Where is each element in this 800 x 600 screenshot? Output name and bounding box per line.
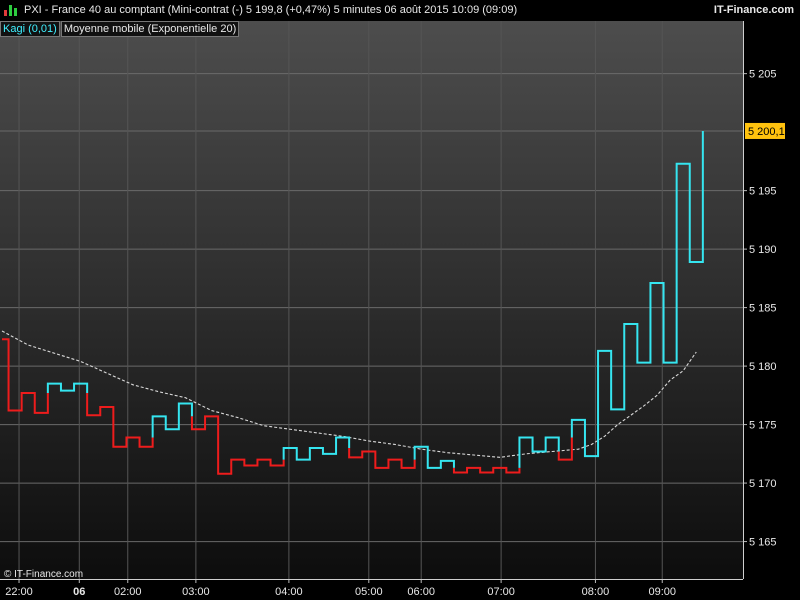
x-tick-label: 06	[73, 586, 85, 598]
y-tick-label: 5 185	[749, 303, 777, 315]
y-tick-label: 5 205	[749, 69, 777, 81]
y-tick-label: 5 175	[749, 420, 777, 432]
plot-area	[0, 21, 743, 579]
brand-label: IT-Finance.com	[713, 4, 794, 16]
legend-kagi[interactable]: Kagi (0,01)	[0, 21, 60, 37]
x-tick-label: 08:00	[582, 586, 610, 598]
copyright-notice: © IT-Finance.com	[4, 569, 84, 580]
instrument-title: PXI - France 40 au comptant (Mini-contra…	[24, 4, 518, 16]
y-tick-label: 5 170	[749, 478, 777, 490]
legend-moving-average[interactable]: Moyenne mobile (Exponentielle 20)	[60, 21, 240, 37]
y-tick-label: 5 180	[749, 361, 777, 373]
x-tick-label: 04:00	[275, 586, 303, 598]
y-tick-label: 5 190	[749, 244, 777, 256]
chart-header: PXI - France 40 au comptant (Mini-contra…	[0, 0, 800, 21]
indicator-legend: Kagi (0,01) Moyenne mobile (Exponentiell…	[0, 21, 240, 37]
x-tick-label: 06:00	[407, 586, 435, 598]
x-axis: 22:00 06 02:00 03:00 04:00 05:00 06:00 07:00 08:…	[0, 579, 743, 598]
y-tick-label: 5 195	[749, 186, 777, 198]
x-tick-label: 22:00	[5, 586, 33, 598]
x-tick-label: 02:00	[114, 586, 142, 598]
last-price-label: 5 200,1	[748, 126, 785, 138]
chart-type-icon	[4, 5, 18, 16]
x-tick-label: 03:00	[182, 586, 210, 598]
x-tick-label: 07:00	[487, 586, 515, 598]
price-chart[interactable]: 5 165 5 170 5 175 5 180 5 185 5 190 5 195 5 205…	[0, 21, 800, 600]
x-tick-label: 05:00	[355, 586, 383, 598]
x-tick-label: 09:00	[648, 586, 676, 598]
y-tick-label: 5 165	[749, 537, 777, 549]
y-axis: 5 165 5 170 5 175 5 180 5 185 5 190 5 195 5 205…	[743, 21, 785, 579]
